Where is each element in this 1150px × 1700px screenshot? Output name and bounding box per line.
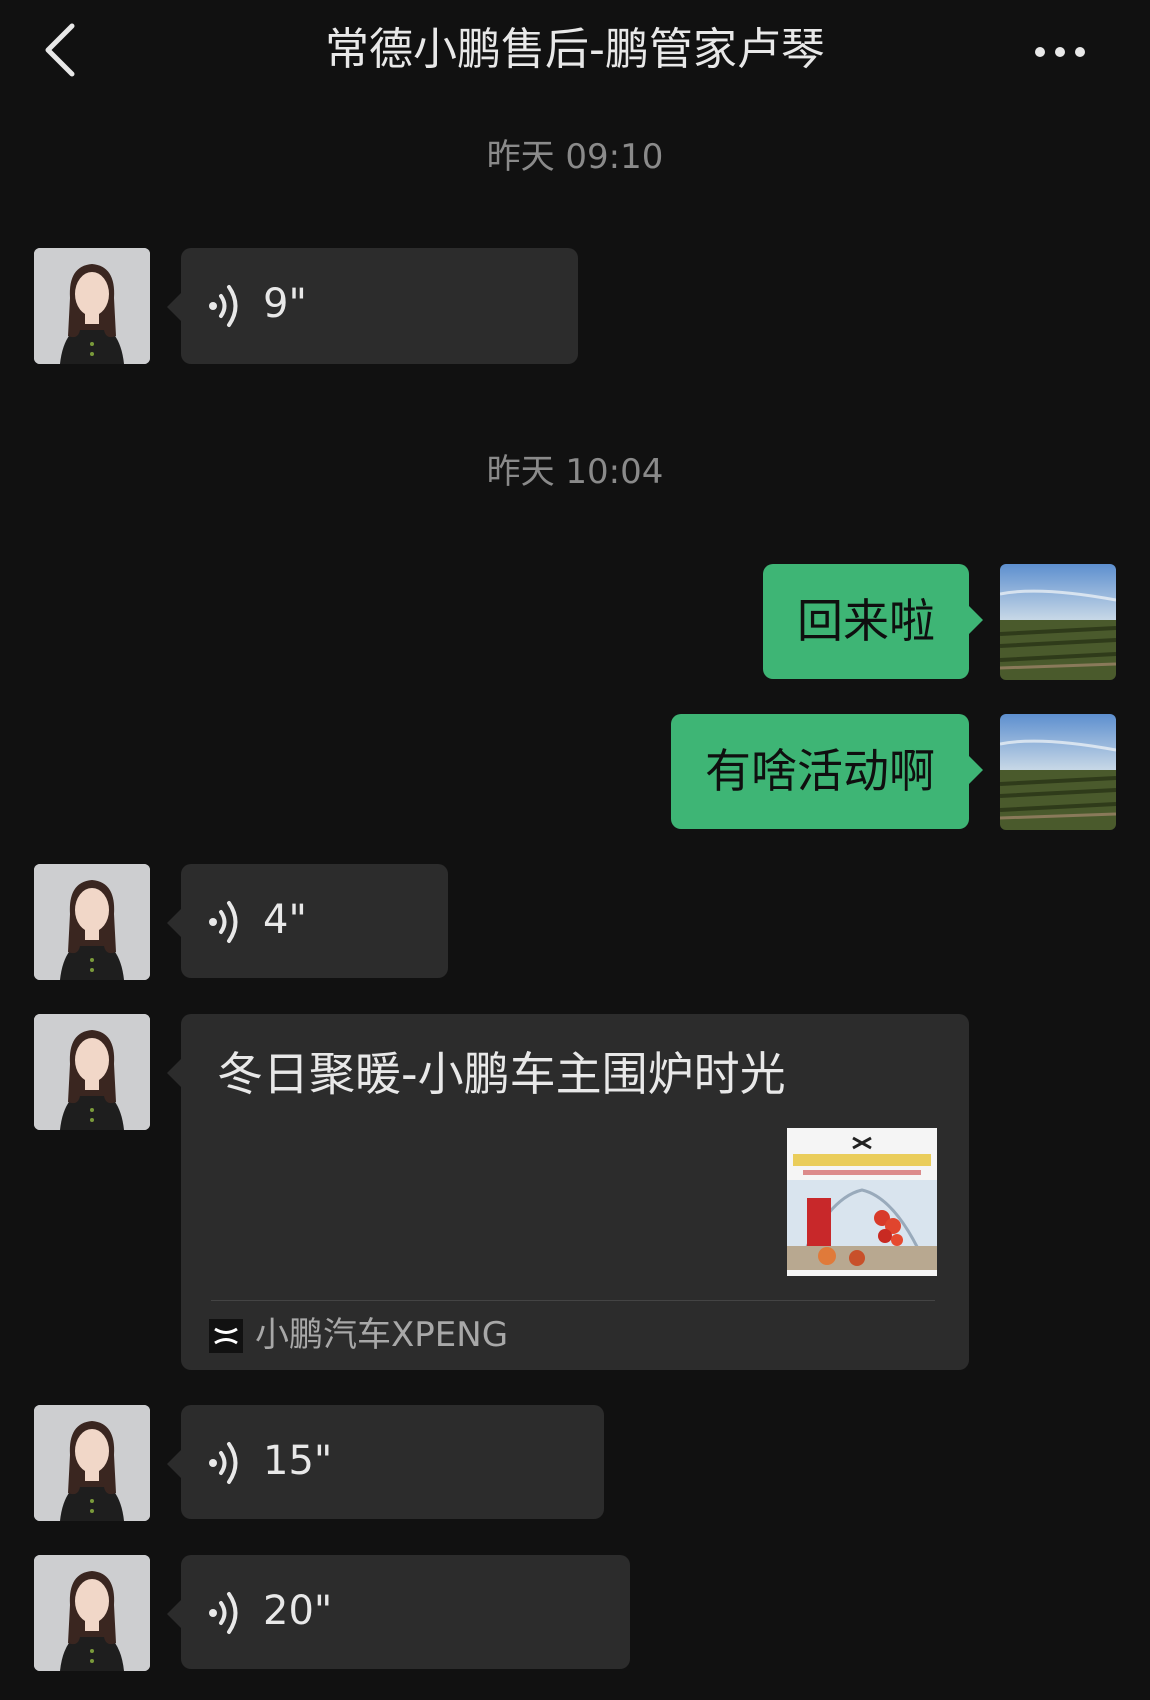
voice-message-bubble[interactable]: 15" [167, 1405, 604, 1519]
chevron-left-icon [45, 23, 75, 77]
xpeng-logo-icon [209, 1319, 243, 1353]
voice-wave-icon [209, 285, 238, 327]
avatar[interactable] [34, 1405, 150, 1521]
voice-message-bubble[interactable]: 4" [167, 864, 448, 978]
timestamp: 昨天 10:04 [486, 452, 664, 492]
avatar-image [34, 248, 150, 364]
sent-message-bubble[interactable]: 有啥活动啊 [671, 714, 983, 829]
my-avatar[interactable] [1000, 714, 1116, 830]
avatar[interactable] [34, 864, 150, 980]
voice-duration: 4" [263, 897, 307, 943]
avatar-image [1000, 564, 1116, 680]
voice-wave-icon [209, 1442, 238, 1484]
voice-wave-icon [209, 1592, 238, 1634]
more-horizontal-icon [1035, 47, 1085, 57]
avatar[interactable] [34, 1014, 150, 1130]
voice-duration: 20" [263, 1588, 333, 1634]
voice-duration: 15" [263, 1438, 333, 1484]
more-button[interactable] [1030, 30, 1130, 74]
back-button[interactable] [34, 18, 94, 82]
avatar-image [34, 864, 150, 980]
sent-message-bubble[interactable]: 回来啦 [763, 564, 983, 679]
voice-wave-icon [209, 901, 238, 943]
voice-duration: 9" [263, 281, 307, 327]
chat-title: 常德小鹏售后-鹏管家卢琴 [325, 24, 825, 75]
avatar-image [34, 1405, 150, 1521]
avatar[interactable] [34, 1555, 150, 1671]
avatar[interactable] [34, 248, 150, 364]
timestamp: 昨天 09:10 [486, 137, 664, 177]
link-card[interactable]: 冬日聚暖-小鹏车主围炉时光 小鹏汽车XPENG [167, 1014, 969, 1370]
link-card-title: 冬日聚暖-小鹏车主围炉时光 [217, 1047, 786, 1101]
divider [211, 1300, 935, 1301]
link-card-thumbnail [787, 1128, 937, 1276]
voice-message-bubble[interactable]: 9" [167, 248, 578, 364]
avatar-image [34, 1014, 150, 1130]
avatar-image [34, 1555, 150, 1671]
my-avatar[interactable] [1000, 564, 1116, 680]
chat-header: 常德小鹏售后-鹏管家卢琴 [0, 0, 1150, 100]
avatar-image [1000, 714, 1116, 830]
voice-message-bubble[interactable]: 20" [167, 1555, 630, 1669]
link-card-source: 小鹏汽车XPENG [255, 1315, 509, 1355]
